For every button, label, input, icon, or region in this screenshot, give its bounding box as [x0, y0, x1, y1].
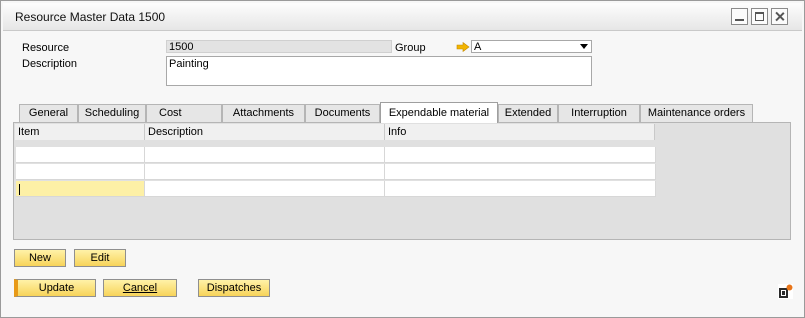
link-arrow-icon[interactable]: [456, 42, 470, 52]
cell-info[interactable]: [385, 164, 656, 180]
grid-header: Item Description Info: [15, 124, 655, 140]
tab-extended[interactable]: Extended: [498, 104, 558, 122]
edit-button[interactable]: Edit: [74, 249, 126, 267]
cancel-button[interactable]: Cancel: [103, 279, 177, 297]
chevron-down-icon[interactable]: [580, 44, 588, 49]
column-header-item[interactable]: Item: [15, 124, 145, 140]
tab-maintenance-orders[interactable]: Maintenance orders: [640, 104, 753, 122]
new-button[interactable]: New: [14, 249, 66, 267]
resource-label: Resource: [22, 42, 70, 54]
cell-item-active[interactable]: [16, 181, 145, 197]
cell-info[interactable]: [385, 181, 656, 197]
cell-description[interactable]: [145, 164, 385, 180]
close-icon[interactable]: [771, 8, 788, 25]
cell-item[interactable]: [16, 164, 145, 180]
column-header-info[interactable]: Info: [385, 124, 655, 140]
tab-general[interactable]: General: [19, 104, 78, 122]
description-field[interactable]: Painting: [166, 56, 592, 86]
resource-field[interactable]: 1500: [166, 40, 392, 53]
text-cursor: [19, 184, 20, 195]
group-label: Group: [395, 42, 426, 54]
cell-description[interactable]: [145, 181, 385, 197]
cell-item[interactable]: [16, 147, 145, 163]
group-dropdown[interactable]: A: [471, 40, 592, 53]
table-row[interactable]: [15, 181, 656, 198]
cell-info[interactable]: [385, 147, 656, 163]
tab-attachments[interactable]: Attachments: [222, 104, 305, 122]
update-button[interactable]: Update: [14, 279, 96, 297]
tab-expendable-material[interactable]: Expendable material: [380, 102, 498, 123]
group-value: A: [474, 41, 482, 53]
title-bar[interactable]: Resource Master Data 1500: [3, 3, 802, 31]
description-label: Description: [22, 58, 78, 70]
sap-logo-icon[interactable]: [778, 284, 793, 299]
tab-documents[interactable]: Documents: [305, 104, 380, 122]
dispatches-button[interactable]: Dispatches: [198, 279, 270, 297]
window-title: Resource Master Data 1500: [15, 10, 166, 24]
tab-scheduling[interactable]: Scheduling: [78, 104, 146, 122]
cell-description[interactable]: [145, 147, 385, 163]
column-header-description[interactable]: Description: [145, 124, 385, 140]
tab-cost[interactable]: Cost: [146, 104, 222, 122]
expendable-material-grid: Item Description Info: [13, 122, 791, 240]
minimize-icon[interactable]: [731, 8, 748, 25]
tab-interruption[interactable]: Interruption: [558, 104, 640, 122]
maximize-icon[interactable]: [751, 8, 768, 25]
table-row[interactable]: [15, 147, 656, 164]
table-row[interactable]: [15, 164, 656, 181]
